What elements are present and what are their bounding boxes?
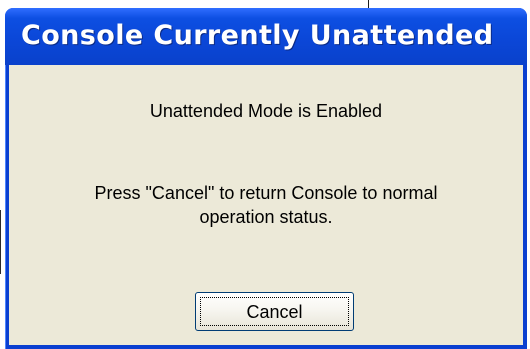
dialog-title: Console Currently Unattended (21, 20, 494, 51)
instruction-message: Press "Cancel" to return Console to norm… (9, 181, 523, 229)
dialog-body: Unattended Mode is Enabled Press "Cancel… (9, 65, 523, 345)
instruction-line-2: operation status. (199, 207, 333, 227)
instruction-line-1: Press "Cancel" to return Console to norm… (94, 183, 438, 203)
dialog-titlebar[interactable]: Console Currently Unattended (5, 8, 527, 65)
screen: Console Currently Unattended Unattended … (0, 0, 530, 349)
unattended-status-message: Unattended Mode is Enabled (149, 101, 383, 121)
background-divider (0, 210, 1, 274)
cancel-button-label: Cancel (246, 302, 303, 322)
cancel-button[interactable]: Cancel (195, 292, 354, 331)
unattended-console-dialog: Console Currently Unattended Unattended … (5, 8, 527, 349)
